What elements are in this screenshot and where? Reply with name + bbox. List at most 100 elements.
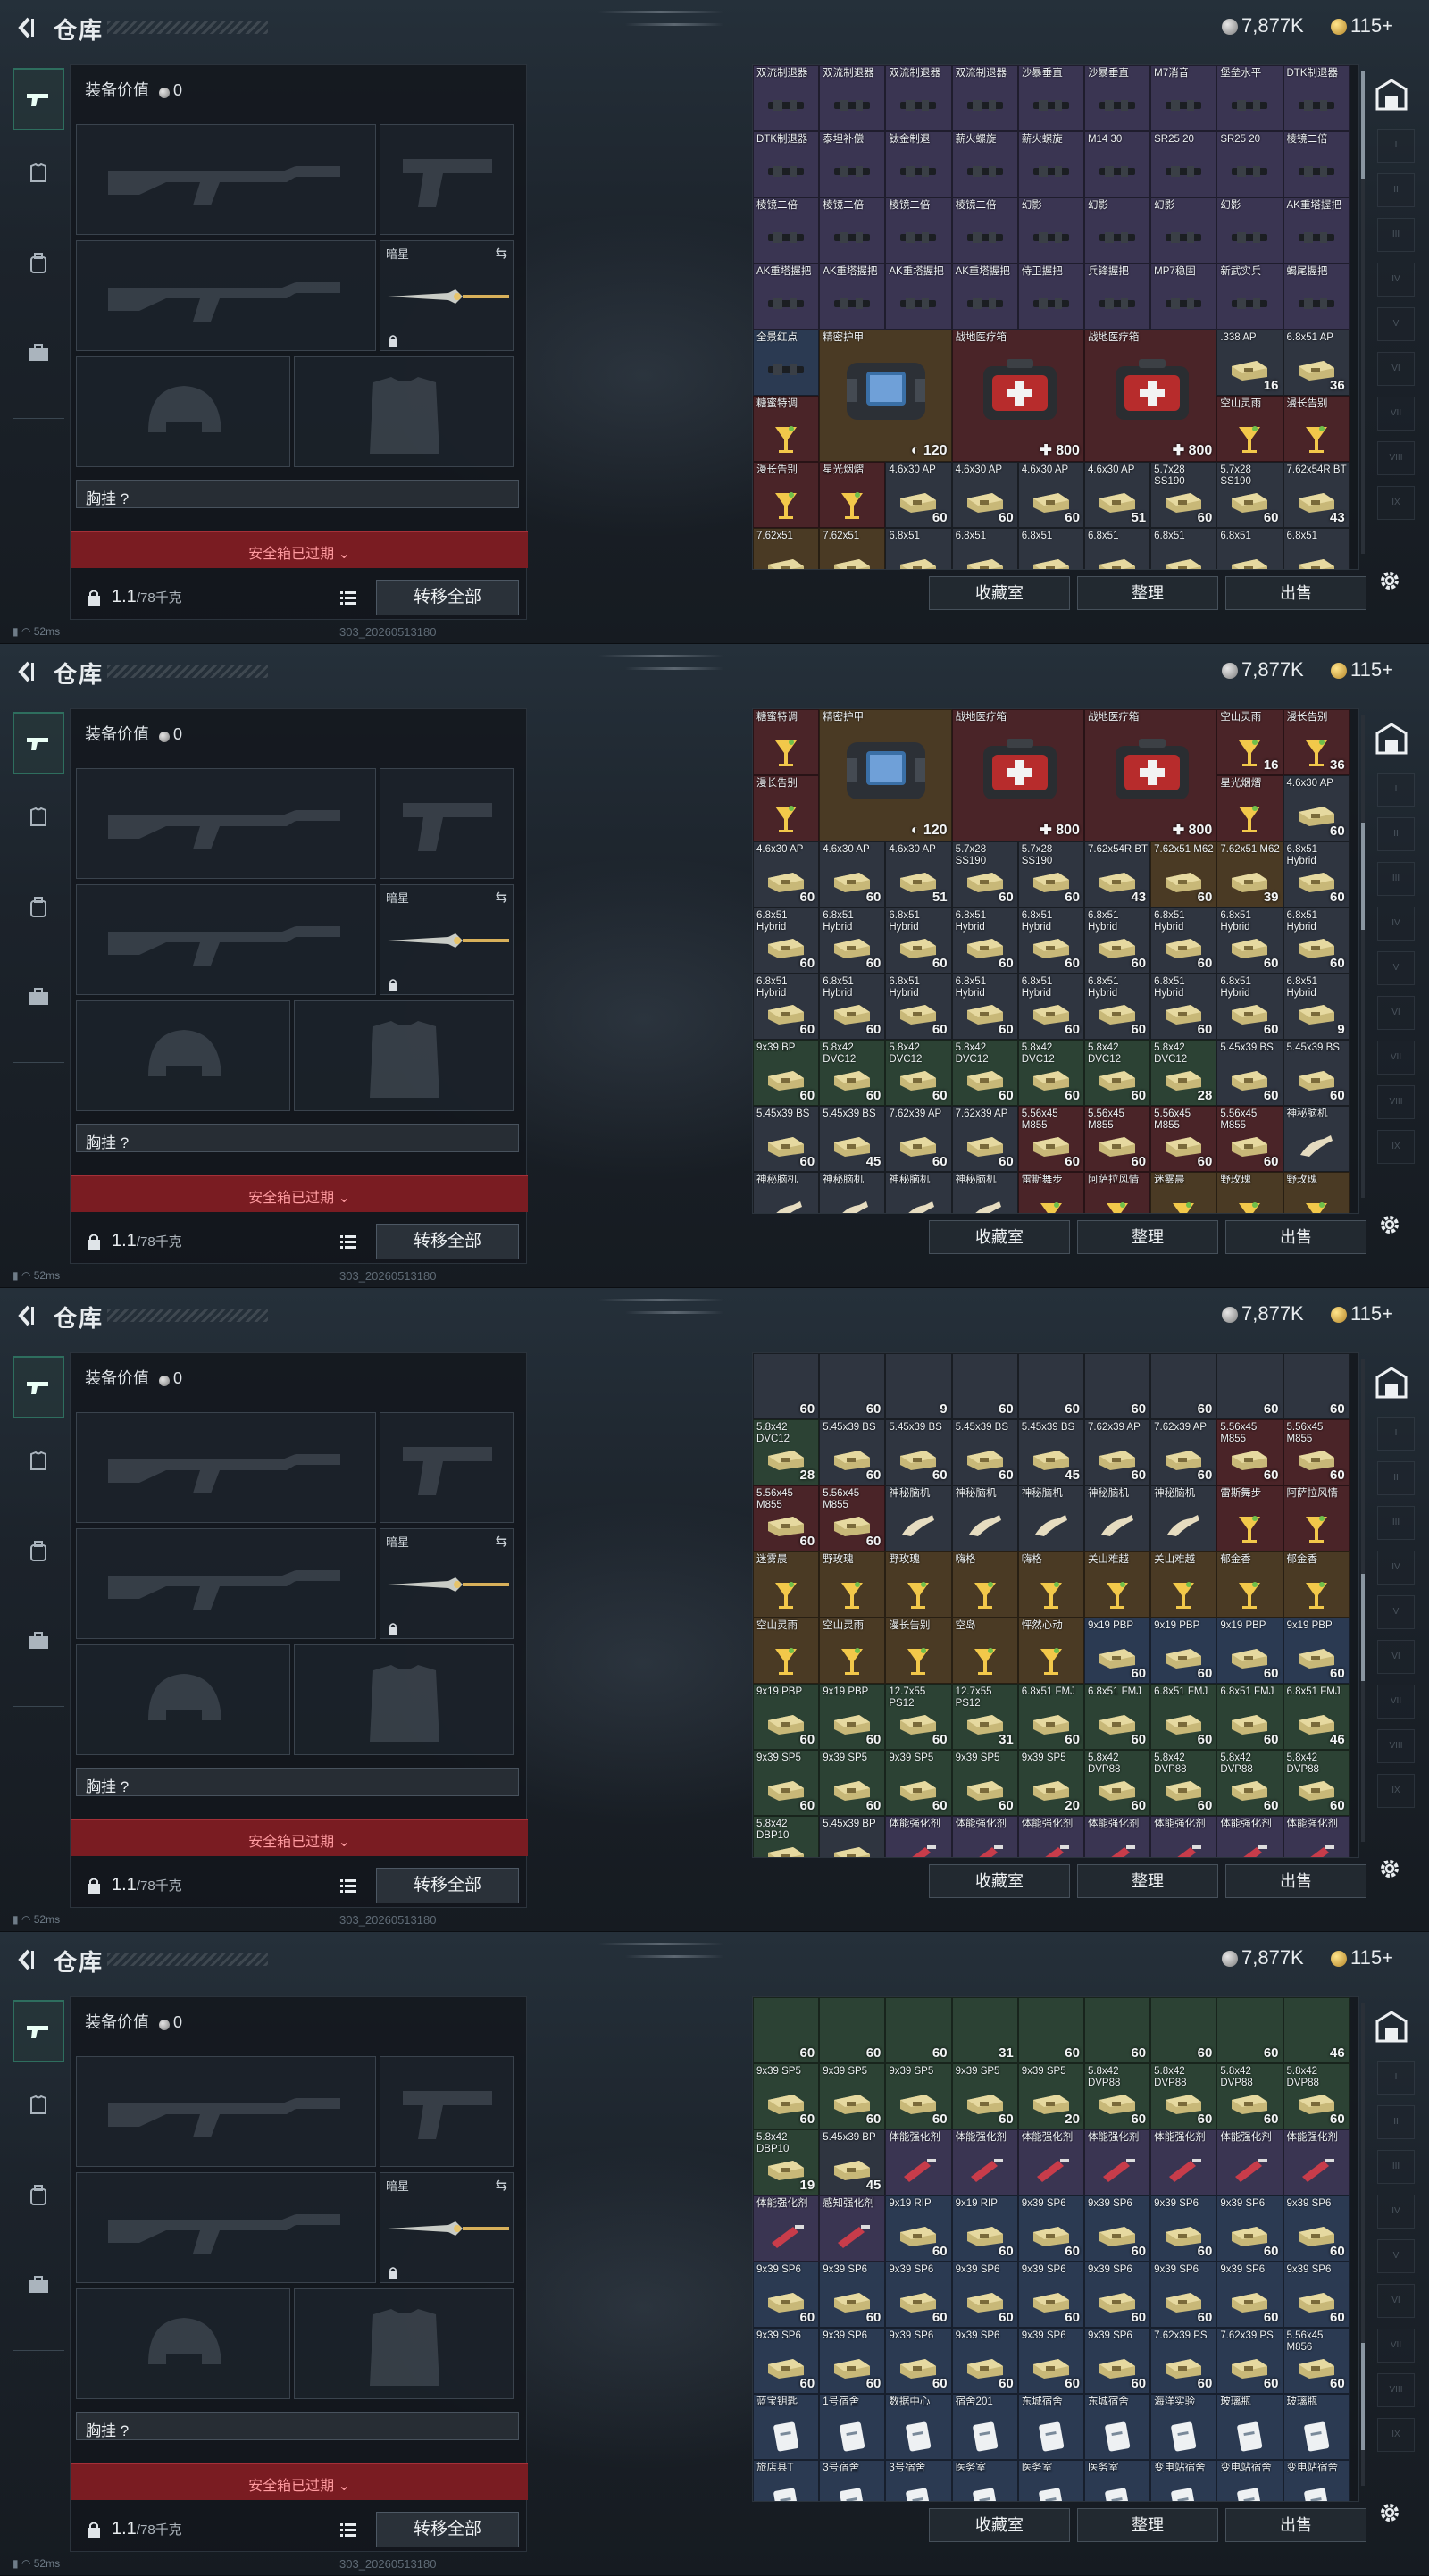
- inventory-item[interactable]: 糖蜜特调: [753, 709, 820, 775]
- inventory-item[interactable]: 海洋实验: [1150, 2394, 1217, 2460]
- tab-armor[interactable]: [13, 1431, 64, 1493]
- inventory-item[interactable]: 5.45x39 BS 60: [951, 1419, 1018, 1485]
- inventory-item[interactable]: 体能强化剂: [951, 2129, 1018, 2195]
- inventory-item[interactable]: 5.45x39 BS 60: [1216, 1040, 1283, 1106]
- chest-rig-bar[interactable]: 胸挂 ?: [76, 1124, 519, 1152]
- inventory-item[interactable]: 星光烟熠: [1216, 775, 1283, 841]
- storage-tab[interactable]: VI: [1377, 352, 1415, 386]
- inventory-item[interactable]: 9x19 PBP 60: [819, 1684, 886, 1750]
- inventory-item[interactable]: 5.8x42 DBP1019: [753, 1816, 820, 1857]
- inventory-item[interactable]: 5.56x45 M855 60: [819, 1485, 886, 1551]
- sell-button[interactable]: 出售: [1225, 1864, 1366, 1898]
- inventory-item[interactable]: 5.56x45 M855 60: [1150, 1106, 1217, 1172]
- swap-icon[interactable]: ⇆: [496, 889, 507, 907]
- inventory-item[interactable]: 野玫瑰: [1283, 1172, 1350, 1213]
- inventory-item[interactable]: 关山难越: [1083, 1551, 1151, 1618]
- list-icon[interactable]: [340, 590, 356, 605]
- inventory-item[interactable]: DTK制退器: [1283, 65, 1350, 131]
- inventory-item[interactable]: 关山难越: [1150, 1551, 1217, 1618]
- inventory-item[interactable]: 60: [885, 1997, 952, 2063]
- inventory-item[interactable]: 9x39 SP6 60: [1150, 2195, 1217, 2262]
- inventory-item[interactable]: 5.7x28 SS190 60: [951, 841, 1018, 907]
- melee-slot[interactable]: 暗星 ⇆: [380, 2172, 514, 2283]
- sell-button[interactable]: 出售: [1225, 2508, 1366, 2542]
- back-arrow-icon[interactable]: [16, 1948, 36, 1971]
- inventory-item[interactable]: 6.8x51: [1216, 528, 1283, 569]
- move-all-button[interactable]: 转移全部: [376, 2512, 519, 2547]
- inventory-item[interactable]: 9x39 SP6 60: [753, 2262, 820, 2328]
- inventory-item[interactable]: 6.8x51 Hybrid 60: [1017, 974, 1084, 1040]
- inventory-item[interactable]: 9x39 SP6 60: [1083, 2262, 1151, 2328]
- inventory-item[interactable]: 全景红点: [753, 330, 820, 396]
- inventory-item[interactable]: 9x39 SP5 60: [819, 2063, 886, 2129]
- storage-tab[interactable]: IX: [1377, 2418, 1415, 2452]
- inventory-item[interactable]: 神秘脑机: [951, 1172, 1018, 1213]
- inventory-item[interactable]: 体能强化剂: [1150, 2129, 1217, 2195]
- inventory-item[interactable]: 漫长告别 36: [1283, 709, 1350, 775]
- inventory-item[interactable]: 神秘脑机: [1150, 1485, 1217, 1551]
- pistol-slot[interactable]: [380, 768, 514, 879]
- list-icon[interactable]: [340, 1878, 356, 1893]
- safebox-expired-bar[interactable]: 安全箱已过期 ⌄: [71, 1175, 528, 1212]
- home-storage-icon[interactable]: [1372, 719, 1411, 758]
- inventory-item[interactable]: 9x39 BP 60: [753, 1040, 820, 1106]
- melee-slot[interactable]: 暗星 ⇆: [380, 884, 514, 995]
- inventory-item[interactable]: 9x39 SP6 60: [951, 2262, 1018, 2328]
- inventory-item[interactable]: 5.45x39 BS 60: [819, 1419, 886, 1485]
- inventory-item[interactable]: 9x39 SP5 60: [819, 1750, 886, 1816]
- inventory-item[interactable]: 9x39 SP6 60: [1216, 2195, 1283, 2262]
- inventory-item[interactable]: 棱镜二倍: [753, 197, 820, 263]
- storage-tab[interactable]: IX: [1377, 486, 1415, 520]
- storage-tab[interactable]: IX: [1377, 1130, 1415, 1164]
- scroll-thumb[interactable]: [1361, 823, 1365, 930]
- inventory-item[interactable]: 3号宿舍: [819, 2460, 886, 2501]
- inventory-item[interactable]: 5.8x42 DVC12 60: [1083, 1040, 1151, 1106]
- inventory-item[interactable]: 野玫瑰: [819, 1551, 886, 1618]
- secondary-weapon-slot[interactable]: [76, 240, 376, 351]
- inventory-item[interactable]: 9x39 SP6 60: [819, 2262, 886, 2328]
- inventory-item[interactable]: 5.8x42 DVP88 60: [1283, 1750, 1350, 1816]
- back-arrow-icon[interactable]: [16, 660, 36, 683]
- inventory-item[interactable]: 5.56x45 M855 60: [753, 1485, 820, 1551]
- inventory-item[interactable]: 9x39 SP5 60: [885, 2063, 952, 2129]
- inventory-item[interactable]: 5.56x45 M855 60: [1216, 1419, 1283, 1485]
- inventory-item[interactable]: 5.8x42 DBP1019: [753, 2129, 820, 2195]
- inventory-item[interactable]: 郁金香: [1216, 1551, 1283, 1618]
- inventory-item[interactable]: 9x19 PBP 60: [1216, 1618, 1283, 1684]
- inventory-item[interactable]: 46: [1283, 1997, 1350, 2063]
- inventory-item[interactable]: 5.8x42 DVP88 60: [1283, 2063, 1350, 2129]
- inventory-item[interactable]: 6.8x51 FMJ 60: [1216, 1684, 1283, 1750]
- inventory-item[interactable]: 6.8x51 Hybrid 60: [1150, 907, 1217, 974]
- inventory-item[interactable]: AK重塔握把: [951, 263, 1018, 330]
- tab-backpack[interactable]: [13, 876, 64, 939]
- storage-tab[interactable]: I: [1377, 773, 1415, 807]
- scroll-thumb[interactable]: [1361, 2343, 1365, 2450]
- inventory-item[interactable]: 9x39 SP5 60: [753, 2063, 820, 2129]
- inventory-item[interactable]: 5.8x42 DVC12 60: [951, 1040, 1018, 1106]
- gold-currency[interactable]: 115+: [1331, 1946, 1393, 1970]
- tab-weapon[interactable]: [13, 2000, 64, 2062]
- inventory-item[interactable]: 9x39 SP6 60: [1283, 2262, 1350, 2328]
- inventory-item[interactable]: 5.56x45 M855 60: [1216, 1106, 1283, 1172]
- storage-tab[interactable]: II: [1377, 173, 1415, 207]
- inventory-item[interactable]: 6.8x51 Hybrid 60: [819, 974, 886, 1040]
- inventory-item[interactable]: 侍卫握把: [1017, 263, 1084, 330]
- inventory-item[interactable]: 棱镜二倍: [951, 197, 1018, 263]
- inventory-item[interactable]: 9x19 PBP 60: [1283, 1618, 1350, 1684]
- inventory-item[interactable]: 60: [1216, 1997, 1283, 2063]
- storage-tab[interactable]: III: [1377, 218, 1415, 252]
- inventory-item[interactable]: 空山灵雨: [1216, 396, 1283, 462]
- collection-room-button[interactable]: 收藏室: [929, 1220, 1070, 1254]
- storage-tab[interactable]: VII: [1377, 397, 1415, 431]
- storage-tab[interactable]: IV: [1377, 2195, 1415, 2229]
- inventory-item[interactable]: 6.8x51 FMJ 60: [1150, 1684, 1217, 1750]
- inventory-item[interactable]: 体能强化剂: [1150, 1816, 1217, 1857]
- storage-tab[interactable]: VI: [1377, 2284, 1415, 2318]
- storage-tab[interactable]: VIII: [1377, 441, 1415, 475]
- inventory-item[interactable]: 蝎尾握把: [1283, 263, 1350, 330]
- inventory-item[interactable]: 6.8x51: [1150, 528, 1217, 569]
- storage-tab[interactable]: III: [1377, 2150, 1415, 2184]
- move-all-button[interactable]: 转移全部: [376, 580, 519, 615]
- back-arrow-icon[interactable]: [16, 1304, 36, 1327]
- storage-tab[interactable]: II: [1377, 1461, 1415, 1495]
